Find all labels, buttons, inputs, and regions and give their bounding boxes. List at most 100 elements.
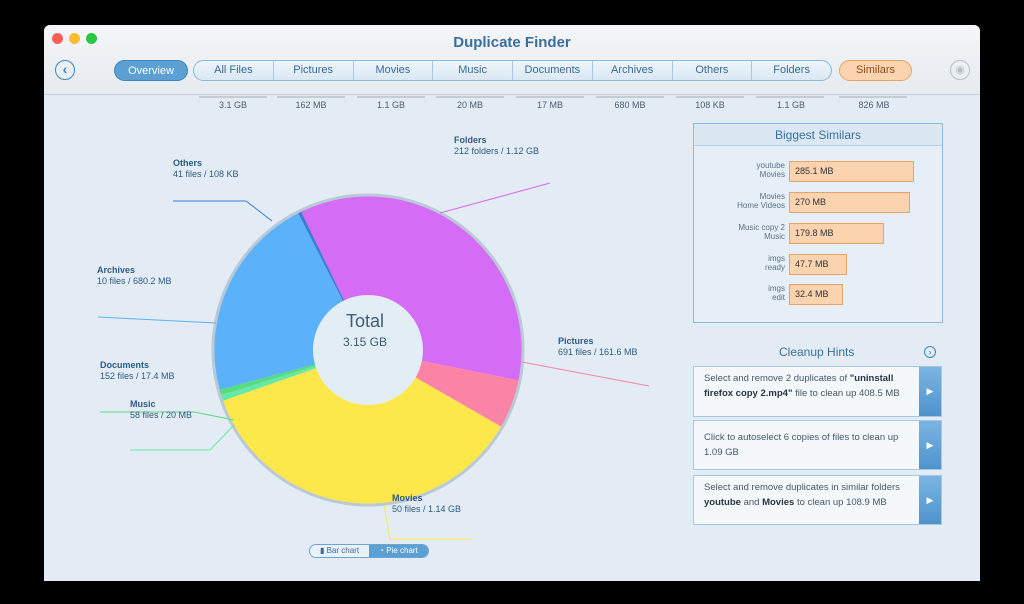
pie-label-others: Others 41 files / 108 KB	[173, 158, 239, 180]
hint-text-part: to clean up 108.9 MB	[794, 497, 887, 508]
pie-label-documents: Documents 152 files / 17.4 MB	[100, 360, 175, 382]
pie-label-movies: Movies 50 files / 1.14 GB	[392, 493, 461, 515]
similar-size-bar[interactable]: 47.7 MB	[789, 254, 848, 275]
similar-size-bar[interactable]: 270 MB	[789, 192, 910, 213]
bar-chart-label: Bar chart	[326, 546, 360, 555]
slice-detail: 50 files / 1.14 GB	[392, 504, 462, 514]
slice-detail: 212 folders / 1.12 GB	[454, 146, 540, 156]
similar-row[interactable]: Movies Home Videos 270 MB	[694, 192, 944, 214]
leader-line	[521, 361, 650, 387]
slice-name: Movies	[392, 493, 423, 503]
leader-line	[130, 424, 235, 451]
chart-type-toggle: ▮ Bar chart ◔ Pie chart	[309, 544, 429, 558]
tab-overview[interactable]: Overview	[114, 60, 188, 81]
slice-detail: 691 files / 161.6 MB	[558, 347, 638, 357]
tab-documents[interactable]: Documents	[513, 61, 593, 80]
size-similars: 826 MB	[858, 100, 890, 110]
hint-go-button[interactable]: ▶	[919, 476, 941, 524]
tab-all-files[interactable]: All Files	[194, 61, 274, 80]
leader-line	[97, 316, 217, 324]
leader-line	[439, 182, 551, 214]
similar-name-line2: edit	[772, 293, 785, 302]
size-divider	[756, 96, 824, 98]
similar-row[interactable]: youtube Movies 285.1 MB	[694, 161, 944, 183]
panel-title: Biggest Similars	[694, 124, 942, 146]
size-divider	[676, 96, 744, 98]
hint-text: Select and remove duplicates in similar …	[704, 480, 914, 510]
size-pictures: 162 MB	[295, 100, 327, 110]
tab-pictures[interactable]: Pictures	[274, 61, 354, 80]
leader-line	[173, 200, 273, 222]
slice-name: Music	[130, 399, 156, 409]
slice-detail: 41 files / 108 KB	[173, 169, 239, 179]
size-documents: 17 MB	[536, 100, 563, 110]
rss-feed-button[interactable]: ◉	[950, 60, 970, 80]
pie-label-archives: Archives 10 files / 680.2 MB	[97, 265, 172, 287]
pie-chart-button[interactable]: ◔ Pie chart	[369, 545, 428, 557]
similar-size-bar[interactable]: 179.8 MB	[789, 223, 885, 244]
size-divider	[596, 96, 664, 98]
arrow-right-icon: ▶	[926, 386, 934, 396]
hint-go-button[interactable]: ▶	[919, 421, 941, 469]
tab-movies[interactable]: Movies	[354, 61, 434, 80]
tab-music[interactable]: Music	[433, 61, 513, 80]
cleanup-hint[interactable]: Select and remove duplicates in similar …	[693, 475, 942, 525]
bar-chart-icon: ▮	[319, 546, 327, 555]
arrow-right-icon: ▶	[926, 440, 934, 450]
size-movies: 1.1 GB	[376, 100, 405, 110]
slice-name: Documents	[100, 360, 150, 370]
cleanup-hint[interactable]: Click to autoselect 6 copies of files to…	[693, 420, 942, 470]
similar-name-line2: Movies	[759, 170, 785, 179]
pie-chart-label: Pie chart	[386, 546, 418, 555]
pie-total-label: Total	[345, 311, 385, 331]
category-sizes: 3.1 GB 162 MB 1.1 GB 20 MB 17 MB 680 MB …	[44, 96, 980, 116]
similar-row[interactable]: Music copy 2 Music 179.8 MB	[694, 223, 944, 245]
similar-name-line1: imgs	[768, 254, 785, 263]
tab-archives[interactable]: Archives	[593, 61, 673, 80]
hint-text: Select and remove 2 duplicates of "unins…	[704, 371, 914, 401]
similar-size-bar[interactable]: 32.4 MB	[789, 284, 844, 305]
category-tabs: All Files Pictures Movies Music Document…	[193, 60, 832, 81]
window-title: Duplicate Finder	[453, 34, 571, 51]
similar-name-line2: Music	[764, 232, 785, 241]
size-music: 20 MB	[456, 100, 483, 110]
slice-name: Folders	[454, 135, 487, 145]
hint-go-button[interactable]: ▶	[919, 367, 941, 416]
size-others: 108 KB	[695, 100, 725, 110]
similar-size-bar[interactable]: 285.1 MB	[789, 161, 914, 182]
cleanup-hint[interactable]: Select and remove 2 duplicates of "unins…	[693, 366, 942, 417]
similar-row[interactable]: imgs ready 47.7 MB	[694, 254, 944, 276]
similar-folders: imgs edit	[694, 284, 785, 302]
size-archives: 680 MB	[614, 100, 646, 110]
title-bar: Duplicate Finder ‹ Overview All Files Pi…	[44, 25, 980, 95]
hint-text-part: file to clean up 408.5 MB	[792, 388, 900, 399]
back-button[interactable]: ‹	[55, 60, 75, 80]
hint-text-bold: Movies	[762, 497, 795, 508]
size-divider	[277, 96, 345, 98]
similar-row[interactable]: imgs edit 32.4 MB	[694, 284, 944, 306]
pie-total-value: 3.15 GB	[342, 335, 388, 349]
tab-folders[interactable]: Folders	[752, 61, 831, 80]
bar-chart-button[interactable]: ▮ Bar chart	[310, 545, 369, 557]
hint-text-bold: youtube	[704, 497, 741, 508]
hint-text-part: and	[740, 497, 763, 508]
hints-next-button[interactable]: ›	[924, 346, 936, 358]
similar-name-line2: Home Videos	[737, 201, 785, 210]
slice-name: Pictures	[558, 336, 594, 346]
pie-label-music: Music 58 files / 20 MB	[130, 399, 192, 421]
similar-name-line1: Movies	[759, 192, 785, 201]
tab-similars[interactable]: Similars	[839, 60, 912, 81]
similar-name-line2: ready	[764, 263, 785, 272]
size-folders: 1.1 GB	[776, 100, 805, 110]
tab-others[interactable]: Others	[673, 61, 753, 80]
arrow-right-icon: ▶	[926, 495, 934, 505]
pie-label-pictures: Pictures 691 files / 161.6 MB	[558, 336, 638, 358]
biggest-similars-panel: Biggest Similars youtube Movies 285.1 MB …	[693, 123, 943, 323]
chevron-left-icon: ‹	[62, 61, 68, 77]
similar-name-line1: imgs	[768, 284, 785, 293]
similar-folders: Movies Home Videos	[694, 192, 785, 210]
slice-name: Others	[173, 158, 203, 168]
similar-folders: youtube Movies	[694, 161, 785, 179]
size-divider	[436, 96, 504, 98]
hint-text-part: Click to autoselect 6 copies of files to…	[704, 432, 899, 458]
